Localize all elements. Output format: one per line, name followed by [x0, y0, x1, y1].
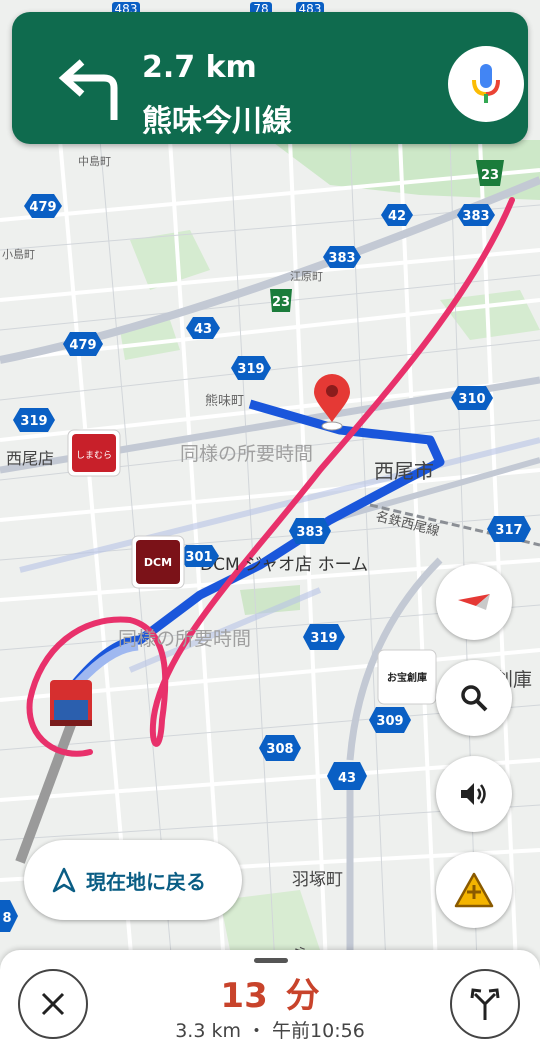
svg-text:479: 479 [29, 200, 56, 215]
search-button[interactable] [436, 660, 512, 736]
recenter-label: 現在地に戻る [86, 869, 206, 894]
otakara-souko-logo[interactable]: お宝創庫 [377, 649, 437, 705]
sound-button[interactable] [436, 756, 512, 832]
alternate-routes-button[interactable] [450, 969, 520, 1039]
svg-text:308: 308 [266, 742, 293, 757]
trip-summary-panel[interactable]: 13 分 3.3 km ・ 午前10:56 [0, 950, 540, 1057]
speaker-icon [461, 783, 486, 805]
svg-text:お宝創庫: お宝創庫 [387, 671, 427, 684]
navigation-banner[interactable]: 2.7 km 熊味今川線 [12, 12, 528, 144]
road-shield: 317 [487, 516, 531, 542]
voice-search-button[interactable] [448, 46, 524, 122]
drag-handle[interactable] [254, 958, 288, 963]
svg-text:43: 43 [338, 771, 356, 786]
place-label: 西尾市 [374, 459, 434, 483]
svg-text:23: 23 [272, 295, 290, 310]
maneuver-distance: 2.7 km [142, 50, 257, 85]
svg-text:319: 319 [237, 362, 264, 377]
place-label: 江原町 [290, 270, 323, 283]
road-shield: 319 [303, 624, 345, 650]
mic-icon [472, 64, 500, 103]
recenter-button[interactable]: 現在地に戻る [24, 840, 242, 920]
svg-text:8: 8 [2, 911, 11, 926]
road-shield: 319 [13, 408, 55, 432]
place-label: DCM ジャオ店 ホーム [200, 555, 368, 575]
dcm-logo[interactable]: DCM [131, 535, 185, 589]
road-shield: 309 [369, 707, 411, 733]
road-shield: 383 [323, 246, 361, 268]
place-label: 西尾店 [6, 449, 54, 468]
road-shield: 383 [457, 204, 495, 226]
compass-button[interactable] [436, 564, 512, 640]
vehicle-marker [50, 680, 92, 726]
svg-text:383: 383 [328, 251, 355, 266]
svg-text:23: 23 [481, 168, 499, 183]
route-hint-1: 同様の所要時間 [180, 443, 313, 465]
svg-text:301: 301 [185, 550, 212, 565]
svg-text:42: 42 [388, 209, 406, 224]
place-label: 羽塚町 [292, 870, 343, 890]
road-shield: 43 [327, 762, 367, 790]
road-shield: 383 [289, 518, 331, 544]
route-hint-2: 同様の所要時間 [118, 628, 251, 650]
maneuver-street: 熊味今川線 [142, 104, 292, 139]
road-shield: 319 [231, 356, 271, 380]
report-incident-icon [454, 872, 494, 908]
turn-left-icon [58, 59, 118, 120]
svg-text:DCM: DCM [144, 556, 172, 569]
svg-text:しまむら: しまむら [76, 450, 112, 461]
alternate-routes-icon [470, 988, 500, 1020]
place-label: 小島町 [2, 247, 35, 261]
svg-text:309: 309 [376, 714, 403, 729]
svg-text:43: 43 [194, 322, 212, 337]
svg-text:479: 479 [69, 338, 96, 353]
road-shield: 23 [476, 160, 504, 186]
eta-minutes: 13 [220, 976, 268, 1016]
road-shield: 301 [179, 545, 219, 567]
svg-text:383: 383 [462, 209, 489, 224]
place-label: 中島町 [78, 154, 111, 168]
place-label: 熊味町 [205, 393, 244, 409]
road-shield: 23 [270, 289, 292, 312]
eta-unit: 分 [285, 976, 320, 1016]
svg-text:317: 317 [495, 523, 522, 538]
shimamura-logo[interactable]: しまむら [67, 429, 121, 477]
road-shield: 479 [63, 332, 103, 356]
svg-text:319: 319 [310, 631, 337, 646]
road-shield: 43 [186, 317, 220, 339]
svg-text:383: 383 [296, 525, 323, 540]
road-shield: 308 [259, 735, 301, 761]
report-incident-button[interactable] [436, 852, 512, 928]
compass-icon [458, 594, 490, 610]
svg-text:310: 310 [458, 392, 485, 407]
road-shield: 479 [24, 194, 62, 218]
navigation-arrow-icon [52, 867, 76, 893]
road-shield: 310 [451, 386, 493, 410]
svg-text:319: 319 [20, 414, 47, 429]
search-icon [461, 685, 488, 712]
